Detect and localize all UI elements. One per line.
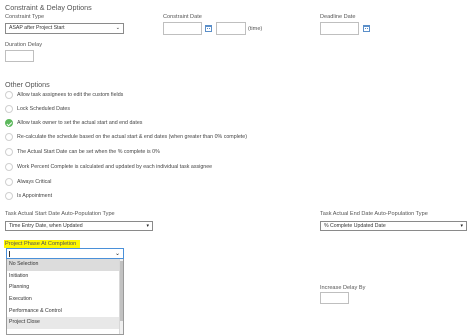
constraint-type-value: ASAP after Project Start: [9, 25, 65, 31]
calendar-icon[interactable]: [363, 25, 370, 32]
option-is-appointment[interactable]: Is Appointment: [5, 192, 52, 200]
phase-option-planning[interactable]: Planning: [7, 282, 123, 294]
phase-option-execution[interactable]: Execution: [7, 294, 123, 306]
deadline-date-label: Deadline Date: [320, 14, 356, 20]
duration-delay-label: Duration Delay: [5, 42, 42, 48]
autopop-start-label: Task Actual Start Date Auto-Population T…: [5, 211, 115, 217]
constraint-date-label: Constraint Date: [163, 14, 202, 20]
phase-option-project-close[interactable]: Project Close: [7, 317, 123, 330]
option-label: Work Percent Complete is calculated and …: [17, 164, 213, 170]
section-title-constraint: Constraint & Delay Options: [5, 3, 92, 12]
chevron-down-icon: ⌄: [115, 25, 120, 31]
phase-option-initiation[interactable]: Initiation: [7, 271, 123, 283]
option-always-critical[interactable]: Always Critical: [5, 178, 51, 186]
checkmark-icon[interactable]: [5, 119, 13, 127]
constraint-time-suffix: (time): [248, 26, 263, 32]
option-allow-edit-custom-fields[interactable]: Allow task assignees to edit the custom …: [5, 91, 123, 99]
option-label: Allow task owner to set the actual start…: [17, 120, 143, 126]
scrollbar-thumb[interactable]: [120, 261, 123, 321]
deadline-date-input[interactable]: [320, 22, 359, 35]
increase-delay-input[interactable]: [320, 292, 349, 304]
phase-dropdown-list[interactable]: No Selection Initiation Planning Executi…: [6, 259, 124, 335]
chevron-down-icon: ⌄: [114, 251, 120, 257]
option-recalculate-schedule[interactable]: Re-calculate the schedule based on the a…: [5, 133, 247, 141]
option-label: Always Critical: [17, 179, 52, 185]
option-label: The Actual Start Date can be set when th…: [17, 149, 160, 155]
phase-option-performance-control[interactable]: Performance & Control: [7, 306, 123, 318]
option-lock-scheduled-dates[interactable]: Lock Scheduled Dates: [5, 105, 70, 113]
autopop-start-select[interactable]: Time Entry Date, when Updated ▾: [5, 221, 153, 231]
text-cursor: [9, 251, 10, 257]
autopop-end-value: % Complete Updated Date: [324, 223, 386, 229]
constraint-date-input[interactable]: [163, 22, 202, 35]
phase-label: Project Phase At Completion: [5, 241, 77, 247]
autopop-end-select[interactable]: % Complete Updated Date ▾: [320, 221, 467, 231]
option-work-percent-by-assignee[interactable]: Work Percent Complete is calculated and …: [5, 163, 212, 171]
constraint-type-label: Constraint Type: [5, 14, 45, 20]
radio-icon[interactable]: [5, 148, 13, 156]
calendar-icon[interactable]: [205, 25, 212, 32]
constraint-type-select[interactable]: ASAP after Project Start ⌄: [5, 23, 124, 34]
increase-delay-label: Increase Delay By: [320, 285, 366, 291]
duration-delay-input[interactable]: [5, 50, 34, 62]
radio-icon[interactable]: [5, 91, 13, 99]
radio-icon[interactable]: [5, 105, 13, 113]
option-label: Is Appointment: [17, 193, 53, 199]
radio-icon[interactable]: [5, 192, 13, 200]
radio-icon[interactable]: [5, 133, 13, 141]
option-label: Allow task assignees to edit the custom …: [17, 92, 124, 98]
option-actual-start-zero-percent[interactable]: The Actual Start Date can be set when th…: [5, 148, 160, 156]
option-label: Lock Scheduled Dates: [17, 106, 71, 112]
autopop-start-value: Time Entry Date, when Updated: [9, 223, 83, 229]
autopop-end-label: Task Actual End Date Auto-Population Typ…: [320, 211, 428, 217]
option-label: Re-calculate the schedule based on the a…: [17, 134, 247, 140]
radio-icon[interactable]: [5, 163, 13, 171]
caret-down-icon: ▾: [460, 223, 463, 229]
caret-down-icon: ▾: [146, 223, 149, 229]
option-allow-owner-set-actual-dates[interactable]: Allow task owner to set the actual start…: [5, 119, 142, 127]
constraint-time-input[interactable]: [216, 22, 246, 35]
radio-icon[interactable]: [5, 178, 13, 186]
dropdown-scrollbar[interactable]: [119, 259, 123, 334]
section-title-other: Other Options: [5, 80, 50, 89]
phase-option-no-selection[interactable]: No Selection: [7, 259, 123, 271]
phase-select[interactable]: ⌄: [6, 248, 124, 259]
